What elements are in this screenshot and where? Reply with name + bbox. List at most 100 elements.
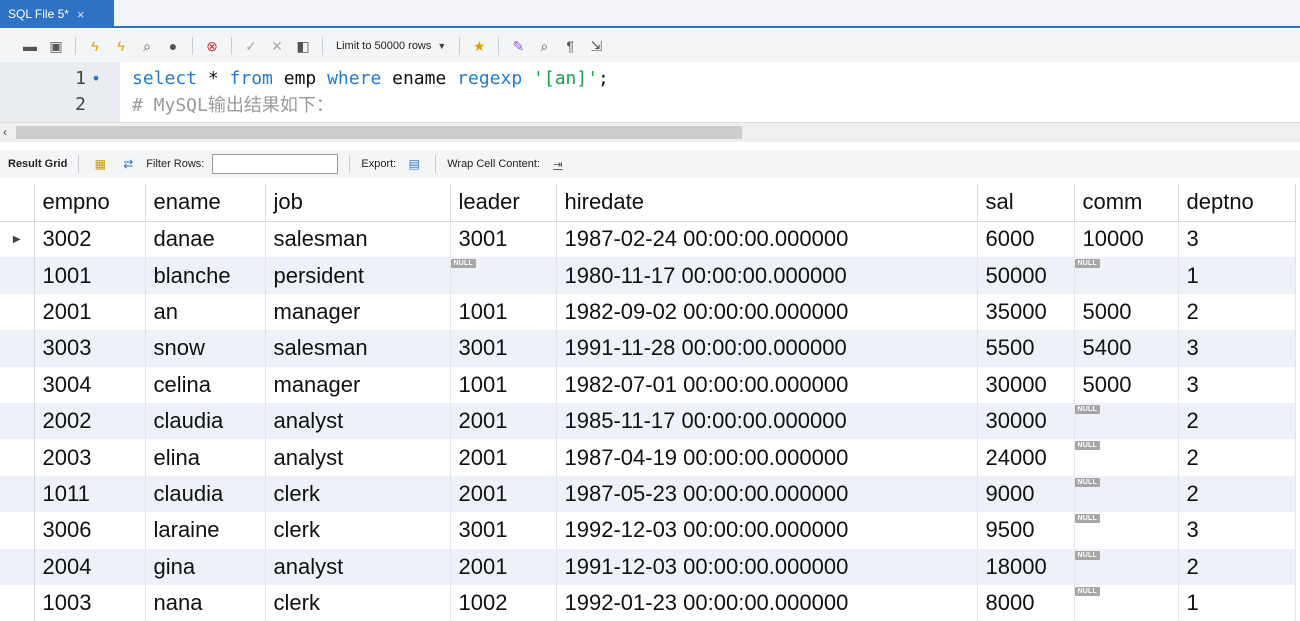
cell-hiredate[interactable]: 1980-11-17 00:00:00.000000 bbox=[556, 257, 978, 294]
filter-rows-input[interactable] bbox=[212, 154, 339, 174]
column-header-hiredate[interactable]: hiredate bbox=[556, 184, 978, 222]
cell-ename[interactable]: blanche bbox=[145, 257, 266, 294]
cell-ename[interactable]: claudia bbox=[145, 475, 266, 513]
cell-ename[interactable]: celina bbox=[145, 366, 266, 403]
cell-comm[interactable]: NULL bbox=[1074, 475, 1179, 513]
column-header-deptno[interactable]: deptno bbox=[1178, 184, 1296, 222]
limit-rows-select[interactable]: Limit to 50000 rows ▼ bbox=[332, 38, 450, 54]
cell-deptno[interactable]: 3 bbox=[1178, 221, 1296, 258]
cell-leader[interactable]: 2001 bbox=[450, 402, 557, 440]
cell-comm[interactable]: 5400 bbox=[1074, 330, 1179, 367]
cell-job[interactable]: salesman bbox=[265, 221, 451, 258]
rollback-icon[interactable]: ✕ bbox=[267, 36, 287, 56]
cell-job[interactable]: persident bbox=[265, 257, 451, 294]
tab-close-icon[interactable]: × bbox=[77, 7, 85, 22]
cell-leader[interactable]: NULL bbox=[450, 257, 557, 294]
cell-job[interactable]: manager bbox=[265, 366, 451, 403]
cell-deptno[interactable]: 2 bbox=[1178, 475, 1296, 513]
cell-empno[interactable]: 3006 bbox=[34, 512, 146, 549]
column-header-leader[interactable]: leader bbox=[450, 184, 557, 222]
cell-empno[interactable]: 1003 bbox=[34, 584, 146, 621]
cell-sal[interactable]: 9500 bbox=[977, 512, 1075, 549]
table-row[interactable]: ▶ 3002 danae salesman 3001 1987-02-24 00:00:0… bbox=[0, 221, 1296, 258]
cell-deptno[interactable]: 1 bbox=[1178, 257, 1296, 294]
table-row[interactable]: 1003 nana clerk 1002 1992-01-23 00:00:00.000… bbox=[0, 584, 1296, 621]
cell-sal[interactable]: 5500 bbox=[977, 330, 1075, 367]
cell-empno[interactable]: 2002 bbox=[34, 402, 146, 440]
row-marker[interactable] bbox=[0, 584, 35, 621]
execute-current-icon[interactable]: ϟ bbox=[111, 36, 131, 56]
cell-sal[interactable]: 18000 bbox=[977, 548, 1075, 585]
row-marker[interactable] bbox=[0, 402, 35, 440]
sql-editor[interactable]: 1 • select * from emp where ename regexp… bbox=[0, 62, 1300, 122]
editor-horizontal-scrollbar[interactable]: ‹ bbox=[0, 122, 1300, 142]
cell-empno[interactable]: 3004 bbox=[34, 366, 146, 403]
row-marker[interactable] bbox=[0, 257, 35, 294]
cell-comm[interactable]: 5000 bbox=[1074, 366, 1179, 403]
column-header-empno[interactable]: empno bbox=[34, 184, 146, 222]
cell-hiredate[interactable]: 1987-02-24 00:00:00.000000 bbox=[556, 221, 978, 258]
find-icon[interactable]: ⌕ bbox=[534, 36, 554, 56]
row-marker[interactable] bbox=[0, 475, 35, 513]
current-row-arrow-icon[interactable]: ▶ bbox=[0, 221, 35, 258]
commit-icon[interactable]: ✓ bbox=[241, 36, 261, 56]
cell-leader[interactable]: 2001 bbox=[450, 548, 557, 585]
cell-deptno[interactable]: 2 bbox=[1178, 293, 1296, 331]
column-header-sal[interactable]: sal bbox=[977, 184, 1075, 222]
toggle-continue-icon[interactable]: ⊗ bbox=[202, 36, 222, 56]
cell-empno[interactable]: 1011 bbox=[34, 475, 146, 513]
table-row[interactable]: 2001 an manager 1001 1982-09-02 00:00:00.000… bbox=[0, 293, 1296, 331]
row-marker[interactable] bbox=[0, 512, 35, 549]
execute-icon[interactable]: ϟ bbox=[85, 36, 105, 56]
cell-deptno[interactable]: 2 bbox=[1178, 548, 1296, 585]
cell-job[interactable]: clerk bbox=[265, 584, 451, 621]
cell-deptno[interactable]: 3 bbox=[1178, 366, 1296, 403]
cell-empno[interactable]: 2003 bbox=[34, 439, 146, 476]
cell-deptno[interactable]: 3 bbox=[1178, 512, 1296, 549]
table-row[interactable]: 1011 claudia clerk 2001 1987-05-23 00:00:00.… bbox=[0, 475, 1296, 513]
cell-job[interactable]: analyst bbox=[265, 402, 451, 440]
cell-sal[interactable]: 30000 bbox=[977, 366, 1075, 403]
wrap-cell-icon[interactable]: ⇥ bbox=[548, 154, 568, 174]
cell-comm[interactable]: 5000 bbox=[1074, 293, 1179, 331]
cell-leader[interactable]: 3001 bbox=[450, 512, 557, 549]
cell-leader[interactable]: 3001 bbox=[450, 221, 557, 258]
cell-comm[interactable]: NULL bbox=[1074, 402, 1179, 440]
table-row[interactable]: 3004 celina manager 1001 1982-07-01 00:00:00… bbox=[0, 366, 1296, 403]
cell-empno[interactable]: 3002 bbox=[34, 221, 146, 258]
cell-hiredate[interactable]: 1992-01-23 00:00:00.000000 bbox=[556, 584, 978, 621]
cell-comm[interactable]: NULL bbox=[1074, 584, 1179, 621]
table-row[interactable]: 2004 gina analyst 2001 1991-12-03 00:00:00.0… bbox=[0, 548, 1296, 585]
refresh-icon[interactable]: ⇄ bbox=[118, 154, 138, 174]
cell-hiredate[interactable]: 1987-05-23 00:00:00.000000 bbox=[556, 475, 978, 513]
invisible-chars-icon[interactable]: ¶ bbox=[560, 36, 580, 56]
open-folder-icon[interactable]: ▬ bbox=[20, 36, 40, 56]
cell-sal[interactable]: 30000 bbox=[977, 402, 1075, 440]
cell-sal[interactable]: 35000 bbox=[977, 293, 1075, 331]
export-icon[interactable]: ▤ bbox=[404, 154, 424, 174]
row-marker[interactable] bbox=[0, 330, 35, 367]
cell-hiredate[interactable]: 1991-12-03 00:00:00.000000 bbox=[556, 548, 978, 585]
table-row[interactable]: 2003 elina analyst 2001 1987-04-19 00:00:00.… bbox=[0, 439, 1296, 476]
cell-comm[interactable]: 10000 bbox=[1074, 221, 1179, 258]
cell-ename[interactable]: claudia bbox=[145, 402, 266, 440]
table-row[interactable]: 2002 claudia analyst 2001 1985-11-17 00:00:0… bbox=[0, 402, 1296, 440]
row-marker[interactable] bbox=[0, 439, 35, 476]
cell-sal[interactable]: 8000 bbox=[977, 584, 1075, 621]
cell-empno[interactable]: 1001 bbox=[34, 257, 146, 294]
word-wrap-icon[interactable]: ⇲ bbox=[586, 36, 606, 56]
cell-leader[interactable]: 3001 bbox=[450, 330, 557, 367]
cell-ename[interactable]: snow bbox=[145, 330, 266, 367]
row-marker[interactable] bbox=[0, 366, 35, 403]
table-row[interactable]: 3006 laraine clerk 3001 1992-12-03 00:00:00.… bbox=[0, 512, 1296, 549]
cell-deptno[interactable]: 3 bbox=[1178, 330, 1296, 367]
table-row[interactable]: 3003 snow salesman 3001 1991-11-28 00:00:00.… bbox=[0, 330, 1296, 367]
grid-view-icon[interactable]: ▦ bbox=[90, 154, 110, 174]
cell-deptno[interactable]: 1 bbox=[1178, 584, 1296, 621]
cell-job[interactable]: clerk bbox=[265, 475, 451, 513]
cell-leader[interactable]: 2001 bbox=[450, 439, 557, 476]
cell-empno[interactable]: 2001 bbox=[34, 293, 146, 331]
cell-job[interactable]: clerk bbox=[265, 512, 451, 549]
cell-leader[interactable]: 1001 bbox=[450, 366, 557, 403]
column-header-ename[interactable]: ename bbox=[145, 184, 266, 222]
